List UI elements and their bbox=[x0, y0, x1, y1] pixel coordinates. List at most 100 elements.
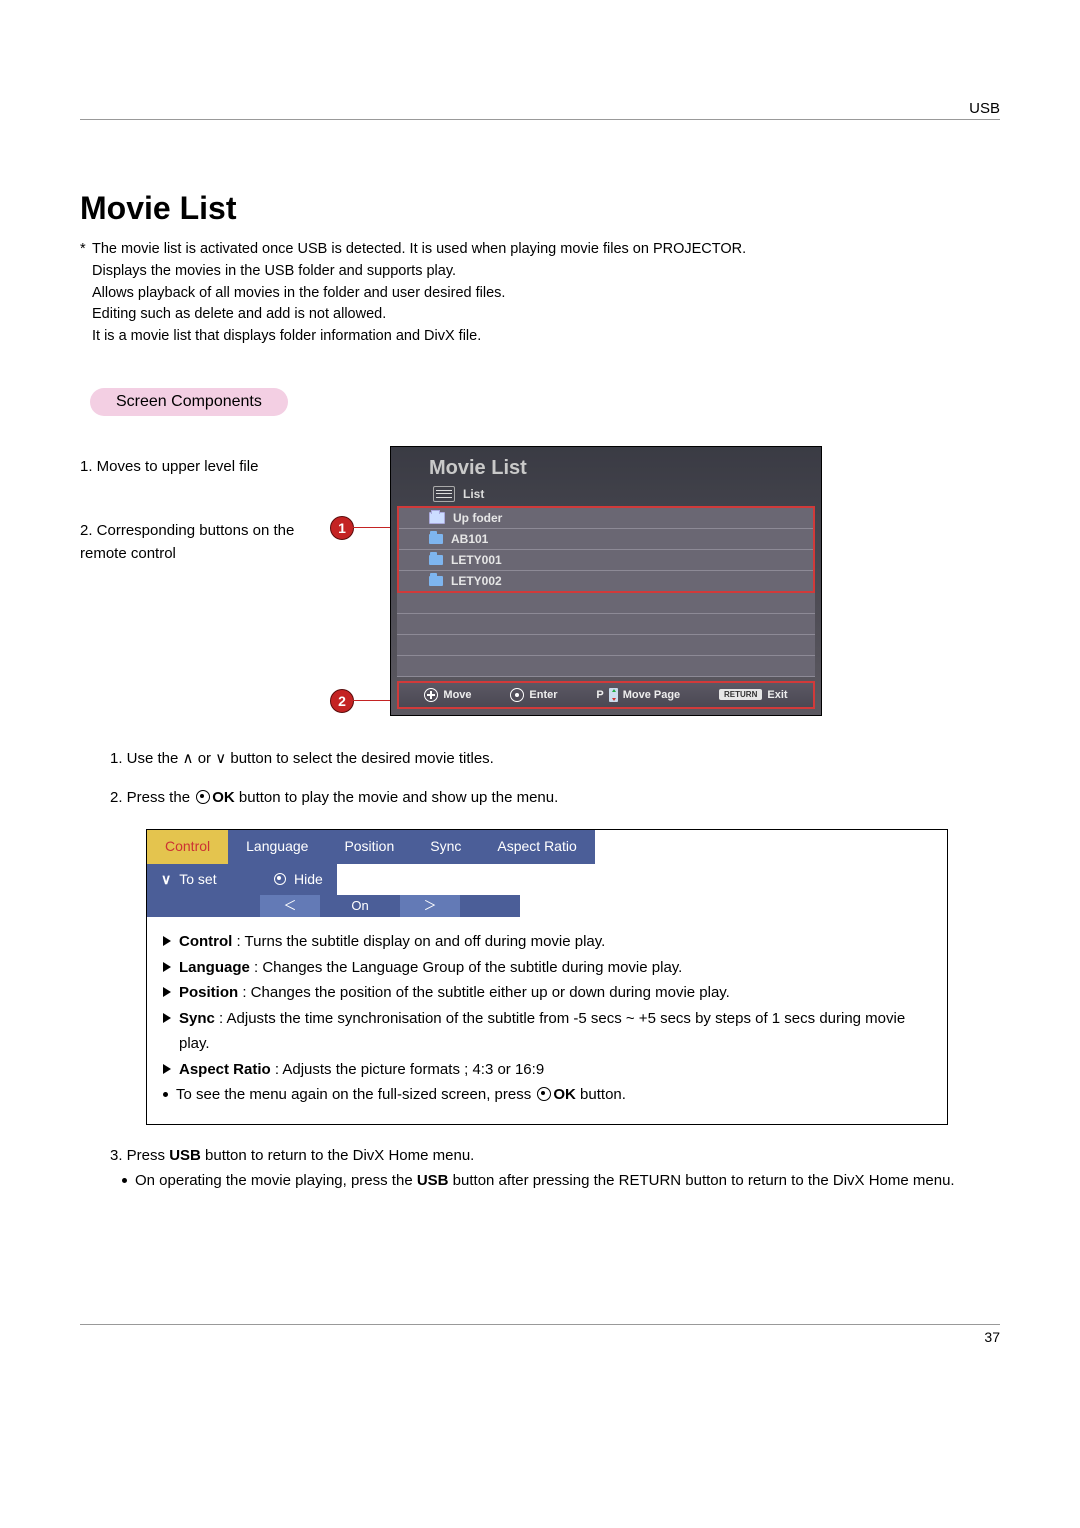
intro-line: Displays the movies in the USB folder an… bbox=[92, 263, 456, 279]
desc-text: : Changes the Language Group of the subt… bbox=[250, 959, 683, 976]
prev-arrow[interactable]: ＜ bbox=[260, 895, 320, 917]
footer-move[interactable]: Move bbox=[424, 688, 471, 702]
tab-control[interactable]: Control bbox=[147, 830, 228, 864]
ok-icon bbox=[537, 1087, 551, 1101]
desc-term: Sync bbox=[179, 1010, 215, 1027]
desc-footnote: To see the menu again on the full-sized … bbox=[163, 1082, 931, 1108]
callout-badge-1: 1 bbox=[330, 516, 354, 540]
desc-term: Language bbox=[179, 959, 250, 976]
note-1: 1. Moves to upper level file bbox=[80, 456, 320, 479]
file-row-label: Up foder bbox=[453, 511, 502, 525]
dot-icon bbox=[274, 873, 286, 885]
intro-line: The movie list is activated once USB is … bbox=[92, 241, 746, 257]
callout-line-1 bbox=[352, 527, 390, 528]
footnote-text: button. bbox=[580, 1086, 626, 1103]
ui-movie-list: Movie List List Up foder AB101 bbox=[390, 446, 822, 716]
list-icon bbox=[433, 486, 455, 502]
triangle-icon bbox=[163, 936, 171, 946]
triangle-icon bbox=[163, 987, 171, 997]
hide[interactable]: Hide bbox=[260, 864, 337, 896]
step-2: 2. Press the OK button to play the movie… bbox=[110, 785, 1000, 811]
to-set[interactable]: ∨ To set bbox=[147, 864, 260, 896]
triangle-icon bbox=[163, 1064, 171, 1074]
up-folder-icon bbox=[429, 512, 445, 524]
step-text: button after pressing the RETURN button … bbox=[449, 1172, 955, 1189]
step-bold: USB bbox=[169, 1147, 201, 1164]
footnote-bold: OK bbox=[553, 1086, 576, 1103]
sub-row-value: ＜ On ＞ bbox=[147, 895, 947, 917]
step-3-bullet: On operating the movie playing, press th… bbox=[122, 1168, 1000, 1194]
file-row[interactable]: LETY002 bbox=[399, 571, 813, 591]
desc-term: Position bbox=[179, 984, 238, 1001]
step-bold: USB bbox=[417, 1172, 449, 1189]
tab-language[interactable]: Language bbox=[228, 830, 326, 864]
value-on: On bbox=[320, 895, 400, 917]
triangle-icon bbox=[163, 962, 171, 972]
ui-list-header: List bbox=[433, 486, 821, 502]
note-2: 2. Corresponding buttons on the remote c… bbox=[80, 520, 320, 565]
left-notes: 1. Moves to upper level file 2. Correspo… bbox=[80, 446, 320, 566]
step-text: button to select the desired movie title… bbox=[230, 750, 493, 767]
page-icon bbox=[609, 688, 618, 702]
desc-term: Aspect Ratio bbox=[179, 1061, 271, 1078]
tab-sync[interactable]: Sync bbox=[412, 830, 479, 864]
intro-line: Editing such as delete and add is not al… bbox=[92, 306, 386, 322]
ok-icon bbox=[196, 790, 210, 804]
step-text: On operating the movie playing, press th… bbox=[135, 1172, 417, 1189]
desc-text: : Turns the subtitle display on and off … bbox=[232, 933, 605, 950]
desc-text: : Changes the position of the subtitle e… bbox=[238, 984, 730, 1001]
file-row-label: LETY001 bbox=[451, 553, 502, 567]
steps: 1. Use the ∧ or ∨ button to select the d… bbox=[110, 746, 1000, 1194]
desc-list: Control : Turns the subtitle display on … bbox=[147, 917, 947, 1124]
tabs-row: Control Language Position Sync Aspect Ra… bbox=[147, 830, 947, 864]
footer-movepage[interactable]: P Move Page bbox=[596, 688, 680, 702]
file-row[interactable]: AB101 bbox=[399, 529, 813, 550]
spacer-cell bbox=[147, 895, 260, 917]
desc-row: Language : Changes the Language Group of… bbox=[163, 955, 931, 981]
desc-row: Control : Turns the subtitle display on … bbox=[163, 929, 931, 955]
tab-aspect-ratio[interactable]: Aspect Ratio bbox=[479, 830, 594, 864]
footer-label: Move Page bbox=[623, 689, 680, 701]
step-text: 2. Press the bbox=[110, 789, 194, 806]
desc-row: Sync : Adjusts the time synchronisation … bbox=[163, 1006, 931, 1057]
desc-term: Control bbox=[179, 933, 232, 950]
step-text: button to play the movie and show up the… bbox=[239, 789, 558, 806]
tab-position[interactable]: Position bbox=[326, 830, 412, 864]
folder-icon bbox=[429, 555, 443, 565]
footnote-text: To see the menu again on the full-sized … bbox=[176, 1086, 535, 1103]
next-arrow[interactable]: ＞ bbox=[400, 895, 460, 917]
spacer-cell bbox=[460, 895, 520, 917]
header-section: USB bbox=[80, 100, 1000, 120]
step-3: 3. Press USB button to return to the Div… bbox=[110, 1143, 1000, 1169]
empty-rows bbox=[397, 593, 815, 677]
file-row-label: AB101 bbox=[451, 532, 488, 546]
subtitle-box: Control Language Position Sync Aspect Ra… bbox=[146, 829, 948, 1125]
callout-badge-2: 2 bbox=[330, 689, 354, 713]
file-row[interactable]: LETY001 bbox=[399, 550, 813, 571]
footer-label: Exit bbox=[767, 689, 787, 701]
page-number: 37 bbox=[80, 1324, 1000, 1345]
intro-block: *The movie list is activated once USB is… bbox=[92, 239, 1000, 348]
file-row-label: LETY002 bbox=[451, 574, 502, 588]
callout-line-2 bbox=[352, 700, 390, 701]
section-pill: Screen Components bbox=[90, 388, 288, 416]
step-text: or bbox=[198, 750, 216, 767]
to-set-label: To set bbox=[179, 868, 216, 892]
down-arrow-icon: ∨ bbox=[215, 746, 226, 772]
desc-row: Position : Changes the position of the s… bbox=[163, 980, 931, 1006]
footer-label: Enter bbox=[529, 689, 557, 701]
file-row-up[interactable]: Up foder bbox=[399, 508, 813, 529]
footer-exit[interactable]: RETURN Exit bbox=[719, 689, 788, 701]
up-arrow-icon: ∧ bbox=[183, 746, 194, 772]
ui-title: Movie List bbox=[391, 447, 821, 486]
step-1: 1. Use the ∧ or ∨ button to select the d… bbox=[110, 746, 1000, 772]
footer-label: Move bbox=[443, 689, 471, 701]
hide-label: Hide bbox=[294, 868, 323, 892]
desc-text: : Adjusts the picture formats ; 4:3 or 1… bbox=[271, 1061, 544, 1078]
step-text: 3. Press bbox=[110, 1147, 169, 1164]
return-badge: RETURN bbox=[719, 689, 762, 700]
desc-text: : Adjusts the time synchronisation of th… bbox=[179, 1010, 905, 1053]
footer-enter[interactable]: Enter bbox=[510, 688, 557, 702]
folder-icon bbox=[429, 534, 443, 544]
bullet-icon bbox=[163, 1092, 168, 1097]
